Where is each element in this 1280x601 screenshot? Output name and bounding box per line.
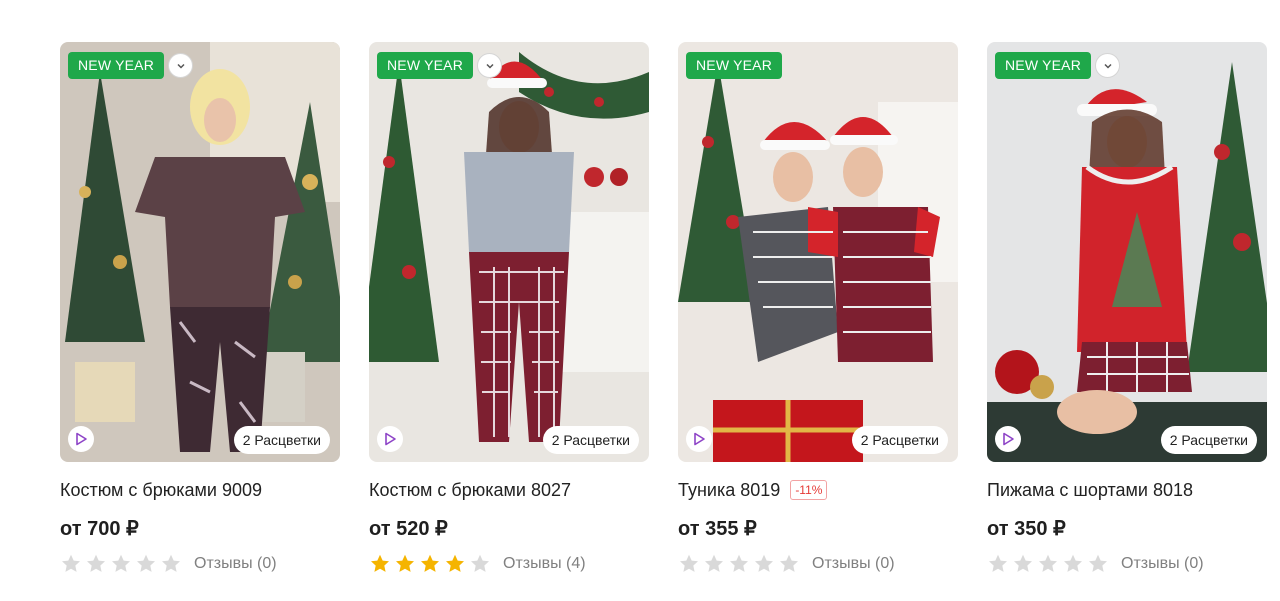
star-icon [755, 554, 773, 572]
product-price: от 700 ₽ [60, 518, 139, 540]
product-price: от 350 ₽ [987, 518, 1066, 540]
rating-stars [678, 553, 800, 575]
product-card[interactable]: NEW YEAR 2 Расцветки Костюм с брюками 80… [369, 42, 649, 575]
product-photo[interactable]: NEW YEAR 2 Расцветки [369, 42, 649, 462]
star-icon [62, 554, 80, 572]
rating-row: Отзывы (4) [369, 553, 649, 575]
color-variants-label[interactable]: 2 Расцветки [851, 426, 948, 454]
star-icon [137, 554, 155, 572]
color-variants-label[interactable]: 2 Расцветки [542, 426, 639, 454]
play-icon[interactable] [377, 426, 403, 452]
star-icon [780, 554, 798, 572]
color-variants-label[interactable]: 2 Расцветки [1160, 426, 1257, 454]
product-title[interactable]: Пижама с шортами 8018 [987, 480, 1193, 501]
product-price: от 355 ₽ [678, 518, 757, 540]
star-icon [162, 554, 180, 572]
rating-row: Отзывы (0) [987, 553, 1267, 575]
rating-row: Отзывы (0) [60, 553, 340, 575]
star-icon [87, 554, 105, 572]
product-photo[interactable]: NEW YEAR 2 Расцветки [678, 42, 958, 462]
star-icon [421, 554, 439, 572]
rating-row: Отзывы (0) [678, 553, 958, 575]
new-year-badge: NEW YEAR [995, 52, 1092, 79]
product-photo[interactable]: NEW YEAR 2 Расцветки [60, 42, 340, 462]
reviews-link[interactable]: Отзывы (4) [503, 555, 586, 573]
play-icon[interactable] [995, 426, 1021, 452]
play-icon[interactable] [686, 426, 712, 452]
rating-stars [60, 553, 182, 575]
chevron-down-icon[interactable] [168, 53, 193, 78]
new-year-badge: NEW YEAR [686, 52, 783, 79]
new-year-badge: NEW YEAR [68, 52, 165, 79]
chevron-down-icon[interactable] [1095, 53, 1120, 78]
star-icon [1014, 554, 1032, 572]
product-card[interactable]: NEW YEAR 2 Расцветки Туника 8019 -11% от… [678, 42, 958, 575]
rating-stars [987, 553, 1109, 575]
reviews-link[interactable]: Отзывы (0) [194, 555, 277, 573]
product-card[interactable]: NEW YEAR 2 Расцветки Пижама с шортами 80… [987, 42, 1267, 575]
discount-badge: -11% [790, 480, 828, 500]
star-icon [396, 554, 414, 572]
product-title[interactable]: Костюм с брюками 9009 [60, 480, 262, 501]
rating-stars [369, 553, 491, 575]
product-title[interactable]: Туника 8019 [678, 480, 780, 501]
star-icon [446, 554, 464, 572]
chevron-down-icon[interactable] [477, 53, 502, 78]
product-price: от 520 ₽ [369, 518, 448, 540]
play-icon[interactable] [68, 426, 94, 452]
product-photo[interactable]: NEW YEAR 2 Расцветки [987, 42, 1267, 462]
star-icon [730, 554, 748, 572]
star-icon [1064, 554, 1082, 572]
star-icon [371, 554, 389, 572]
star-icon [705, 554, 723, 572]
reviews-link[interactable]: Отзывы (0) [1121, 555, 1204, 573]
product-photo-image [678, 42, 958, 462]
star-icon [1039, 554, 1057, 572]
product-card[interactable]: NEW YEAR 2 Расцветки Костюм с брюками 90… [60, 42, 340, 575]
star-icon [471, 554, 489, 572]
new-year-badge: NEW YEAR [377, 52, 474, 79]
product-photo-image [60, 42, 340, 462]
star-icon [680, 554, 698, 572]
reviews-link[interactable]: Отзывы (0) [812, 555, 895, 573]
star-icon [1089, 554, 1107, 572]
product-grid: NEW YEAR 2 Расцветки Костюм с брюками 90… [60, 42, 1267, 575]
color-variants-label[interactable]: 2 Расцветки [233, 426, 330, 454]
product-photo-image [987, 42, 1267, 462]
product-title[interactable]: Костюм с брюками 8027 [369, 480, 571, 501]
star-icon [112, 554, 130, 572]
product-photo-image [369, 42, 649, 462]
star-icon [989, 554, 1007, 572]
